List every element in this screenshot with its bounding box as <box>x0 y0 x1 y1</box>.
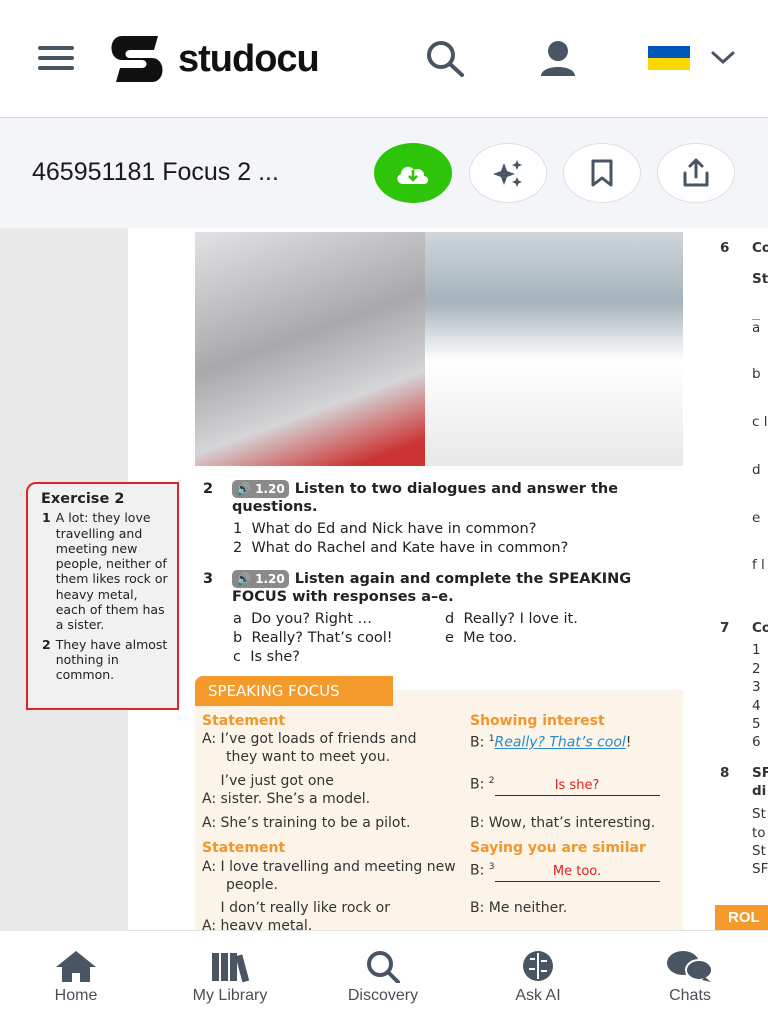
search-icon <box>367 951 400 983</box>
q7-item: 3 <box>752 679 761 695</box>
language-flag-ukraine-icon[interactable] <box>648 46 690 70</box>
q2-number: 2 <box>203 481 214 497</box>
user-profile-icon[interactable] <box>538 40 578 83</box>
nav-label: Home <box>54 987 98 1004</box>
q6-item: e <box>752 510 761 526</box>
q8-line: St <box>752 843 766 859</box>
audio-badge[interactable]: 🔊 1.20 <box>232 570 289 588</box>
q7-item: 4 <box>752 698 761 714</box>
nav-label: My Library <box>192 987 268 1004</box>
role-play-banner: ROL <box>715 905 768 931</box>
exercise-title: Exercise 2 <box>41 491 125 507</box>
q2-instruction: 🔊 1.20 Listen to two dialogues and answer… <box>232 480 619 515</box>
hamburger-menu-icon[interactable] <box>38 44 74 77</box>
audio-badge[interactable]: 🔊 1.20 <box>232 480 289 498</box>
q6-item: b <box>752 366 761 382</box>
nav-label: Discovery <box>347 987 419 1004</box>
nav-chats[interactable]: Chats <box>630 949 750 1005</box>
q3-option: a Do you? Right … <box>233 611 372 627</box>
bottom-navigation: Home My Library Discovery Ask AI Chats <box>0 930 768 1024</box>
q6-number: 6 <box>720 240 730 256</box>
nav-home[interactable]: Home <box>16 949 136 1005</box>
share-button[interactable] <box>657 143 735 203</box>
q8-line: to <box>752 825 766 841</box>
answer-blank[interactable]: Me too. <box>494 863 660 882</box>
q7-text: Co <box>752 620 768 636</box>
nav-discovery[interactable]: Discovery <box>323 949 443 1005</box>
statement-a4: A: I love travelling and meeting new peo… <box>202 859 456 893</box>
q6-subheading: St <box>752 271 768 287</box>
answer-item: 2 They have almost nothing in common. <box>42 636 168 683</box>
ai-sparkle-button[interactable] <box>469 143 547 203</box>
ai-brain-icon <box>523 951 553 981</box>
q6-text: Co <box>752 240 768 256</box>
answer-item: 1A lot: they love travelling and meeting… <box>42 510 168 633</box>
statement-a3: A: She’s training to be a pilot. <box>202 815 411 831</box>
heading-statement: Statement <box>202 713 286 729</box>
heading-saying-similar: Saying you are similar <box>470 840 646 856</box>
library-books-icon <box>212 953 250 983</box>
photo-boy-with-backpack <box>425 232 683 466</box>
q3-option: d Really? I love it. <box>445 611 578 627</box>
q7-item: 5 <box>752 716 761 732</box>
nav-label: Ask AI <box>515 987 561 1004</box>
q3-option: b Really? That’s cool! <box>233 630 393 646</box>
response-b1: B: 1Really? That’s cool! <box>470 734 632 751</box>
q8-line: St <box>752 806 766 822</box>
statement-a2: A: I’ve just got one sister. She’s a mod… <box>202 773 371 807</box>
photo-girl-with-backpack <box>195 232 425 466</box>
heading-statement: Statement <box>202 840 286 856</box>
download-button[interactable] <box>374 143 452 203</box>
cloud-download-icon <box>397 166 429 184</box>
answer-blank[interactable]: Is she? <box>494 777 660 796</box>
q7-number: 7 <box>720 620 730 636</box>
q6-item: a <box>752 319 761 336</box>
q2-item: 2 What do Rachel and Kate have in common… <box>233 540 569 556</box>
q3-option: c Is she? <box>233 649 301 665</box>
nav-label: Chats <box>669 987 711 1004</box>
speaking-focus-title: SPEAKING FOCUS <box>195 676 393 706</box>
response-b3: B: Wow, that’s interesting. <box>470 815 656 831</box>
q6-item: d <box>752 462 761 478</box>
heading-showing-interest: Showing interest <box>470 713 605 729</box>
sparkles-icon <box>493 160 522 187</box>
q3-number: 3 <box>203 571 214 587</box>
top-header: studocu <box>0 0 768 118</box>
q7-item: 1 <box>752 642 761 658</box>
search-icon[interactable] <box>424 38 468 83</box>
logo-text: studocu <box>178 37 320 80</box>
share-icon <box>683 158 709 187</box>
chevron-down-icon[interactable] <box>710 50 736 71</box>
q3-instruction: 🔊 1.20 Listen again and complete the SPEA… <box>232 570 632 605</box>
q8-line: SF <box>752 861 768 877</box>
studocu-logo[interactable]: studocu <box>110 34 320 84</box>
nav-ask-ai[interactable]: Ask AI <box>478 949 598 1005</box>
bookmark-button[interactable] <box>563 143 641 203</box>
logo-mark-icon <box>111 36 163 82</box>
q8-number: 8 <box>720 765 730 781</box>
q2-item: 1 What do Ed and Nick have in common? <box>233 521 537 537</box>
response-b4: B: 3 Me too. <box>470 858 660 882</box>
nav-my-library[interactable]: My Library <box>170 949 290 1005</box>
q8-text: SF <box>752 765 768 781</box>
document-title: 465951181 Focus 2 ... <box>32 158 279 186</box>
q8-line: di <box>752 783 767 799</box>
q7-item: 6 <box>752 734 761 750</box>
home-icon <box>56 951 96 982</box>
response-b5: B: Me neither. <box>470 900 568 916</box>
statement-a1: A: I’ve got loads of friends and they wa… <box>202 731 417 765</box>
bookmark-icon <box>591 159 613 187</box>
q6-item: c l <box>752 414 768 430</box>
exercise-answer-box: Exercise 2 1A lot: they love travelling … <box>26 482 179 710</box>
q7-item: 2 <box>752 661 761 677</box>
chat-bubbles-icon <box>667 951 713 982</box>
q6-item: f l <box>752 557 765 573</box>
response-b2: B: 2 Is she? <box>470 772 660 796</box>
q3-option: e Me too. <box>445 630 517 646</box>
